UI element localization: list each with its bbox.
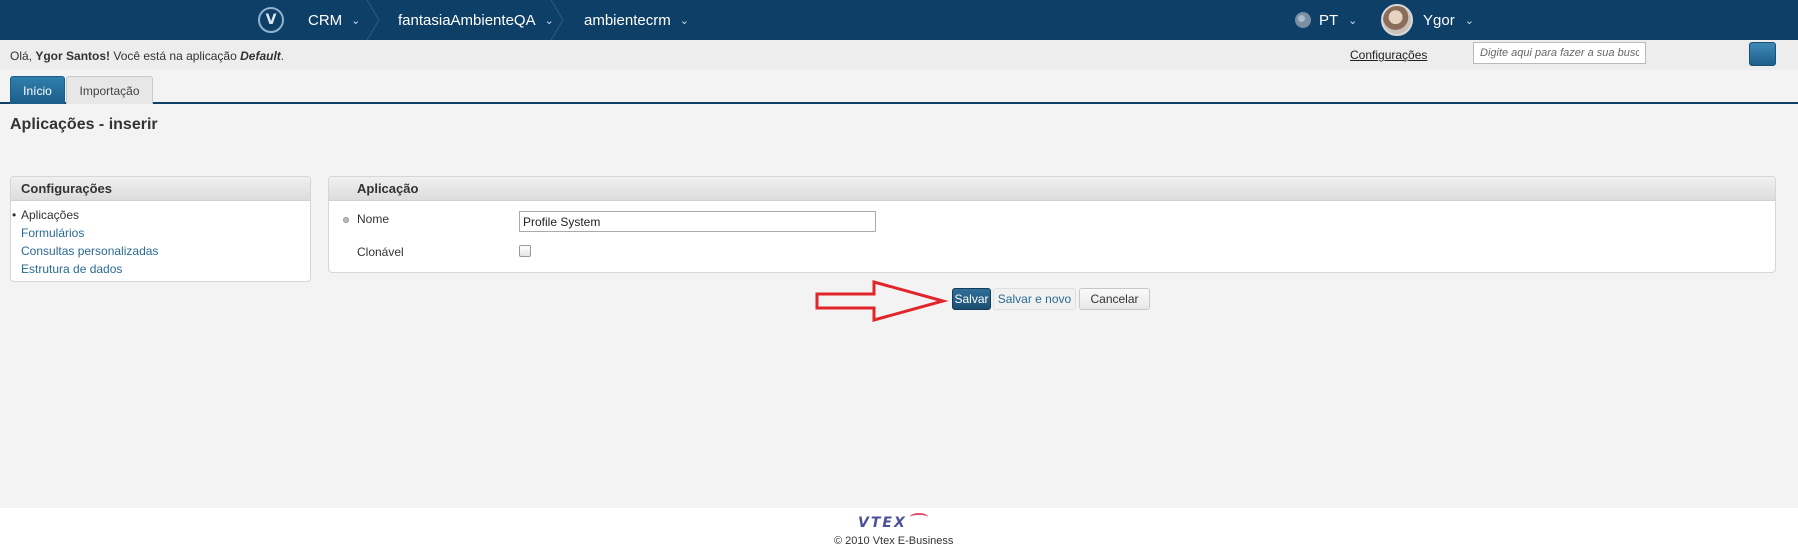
chevron-down-icon: ⌄ bbox=[351, 14, 361, 27]
language-label: PT bbox=[1319, 11, 1339, 29]
copyright-text: © 2010 Vtex E-Business bbox=[834, 535, 954, 547]
breadcrumb-environment[interactable]: ambientecrm ⌄ bbox=[584, 0, 689, 40]
menu-item-consultas[interactable]: Consultas personalizadas bbox=[21, 242, 310, 260]
breadcrumb-account-label: fantasiaAmbienteQA bbox=[398, 11, 536, 29]
language-selector[interactable]: PT ⌄ bbox=[1295, 0, 1357, 40]
form-title: Aplicação bbox=[329, 177, 1775, 201]
greeting-app-name: Default bbox=[240, 49, 281, 63]
footer: VTEX © 2010 Vtex E-Business bbox=[0, 508, 1798, 556]
page-title: Aplicações - inserir bbox=[10, 116, 158, 133]
greeting-middle: Você está na aplicação bbox=[110, 49, 241, 63]
breadcrumb-account[interactable]: fantasiaAmbienteQA ⌄ bbox=[398, 0, 554, 40]
settings-menu: Aplicações Formulários Consultas persona… bbox=[11, 201, 310, 278]
breadcrumb-separator-icon bbox=[550, 0, 564, 40]
vtex-swoosh-icon bbox=[910, 513, 928, 521]
menu-item-formularios[interactable]: Formulários bbox=[21, 224, 310, 242]
user-name: Ygor bbox=[1423, 11, 1455, 29]
settings-panel-title: Configurações bbox=[11, 177, 310, 201]
required-field-icon bbox=[343, 217, 349, 223]
tab-importacao[interactable]: Importação bbox=[66, 76, 153, 104]
search-button[interactable] bbox=[1749, 42, 1776, 66]
clonable-checkbox[interactable] bbox=[519, 245, 531, 257]
avatar bbox=[1381, 4, 1413, 36]
breadcrumb-crm-label: CRM bbox=[308, 11, 343, 29]
tab-inicio[interactable]: Início bbox=[10, 76, 65, 104]
cancel-button[interactable]: Cancelar bbox=[1079, 288, 1150, 310]
breadcrumb-crm[interactable]: CRM ⌄ bbox=[308, 0, 360, 40]
settings-panel: Configurações Aplicações Formulários Con… bbox=[10, 176, 311, 282]
breadcrumb-separator-icon bbox=[366, 0, 380, 40]
name-field[interactable] bbox=[519, 211, 876, 232]
greeting-user-name: Ygor Santos! bbox=[35, 49, 111, 63]
vtex-footer-logo: VTEX bbox=[858, 515, 907, 531]
save-button[interactable]: Salvar bbox=[952, 288, 991, 310]
breadcrumb-environment-label: ambientecrm bbox=[584, 11, 671, 29]
greeting-suffix: . bbox=[280, 49, 285, 63]
menu-item-estrutura-dados[interactable]: Estrutura de dados bbox=[21, 260, 310, 278]
tab-bar: Início Importação bbox=[0, 74, 1798, 104]
name-field-label: Nome bbox=[357, 212, 390, 226]
vtex-logo-icon[interactable]: V bbox=[258, 7, 284, 33]
application-form-panel: Aplicação Nome Clonável bbox=[328, 176, 1776, 273]
clonable-field-label: Clonável bbox=[357, 245, 404, 259]
greeting-prefix: Olá, bbox=[10, 49, 36, 63]
globe-icon bbox=[1295, 12, 1311, 28]
chevron-down-icon: ⌄ bbox=[1348, 14, 1358, 27]
greeting-text: Olá, Ygor Santos! Você está na aplicação… bbox=[10, 49, 284, 63]
user-menu[interactable]: Ygor ⌄ bbox=[1381, 0, 1474, 40]
save-and-new-button[interactable]: Salvar e novo bbox=[993, 288, 1076, 310]
top-navigation-bar: V CRM ⌄ fantasiaAmbienteQA ⌄ ambientecrm… bbox=[0, 0, 1798, 40]
chevron-down-icon: ⌄ bbox=[1464, 14, 1474, 27]
search-input[interactable] bbox=[1473, 42, 1646, 64]
settings-link[interactable]: Configurações bbox=[1350, 48, 1427, 62]
chevron-down-icon: ⌄ bbox=[679, 14, 689, 27]
menu-item-aplicacoes[interactable]: Aplicações bbox=[12, 206, 310, 224]
red-arrow-annotation bbox=[815, 280, 949, 322]
